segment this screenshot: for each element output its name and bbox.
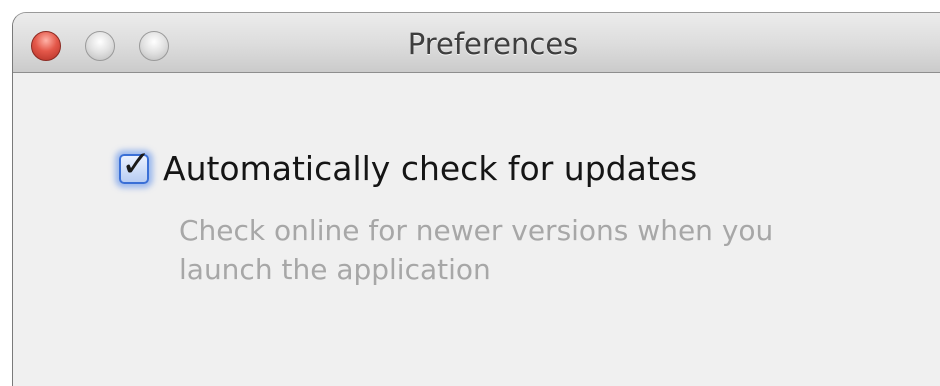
auto-update-description: Check online for newer versions when you… — [179, 214, 774, 286]
preferences-window: Preferences ✓ Automatically check for up… — [12, 12, 940, 386]
auto-update-option[interactable]: ✓ Automatically check for updates — [119, 146, 697, 188]
preferences-content: ✓ Automatically check for updates Check … — [13, 73, 940, 386]
auto-update-label[interactable]: Automatically check for updates — [163, 149, 697, 188]
title-bar[interactable]: Preferences — [13, 13, 940, 73]
window-title: Preferences — [407, 27, 579, 61]
auto-update-checkbox[interactable]: ✓ — [119, 146, 151, 184]
checkmark-icon: ✓ — [121, 143, 152, 185]
